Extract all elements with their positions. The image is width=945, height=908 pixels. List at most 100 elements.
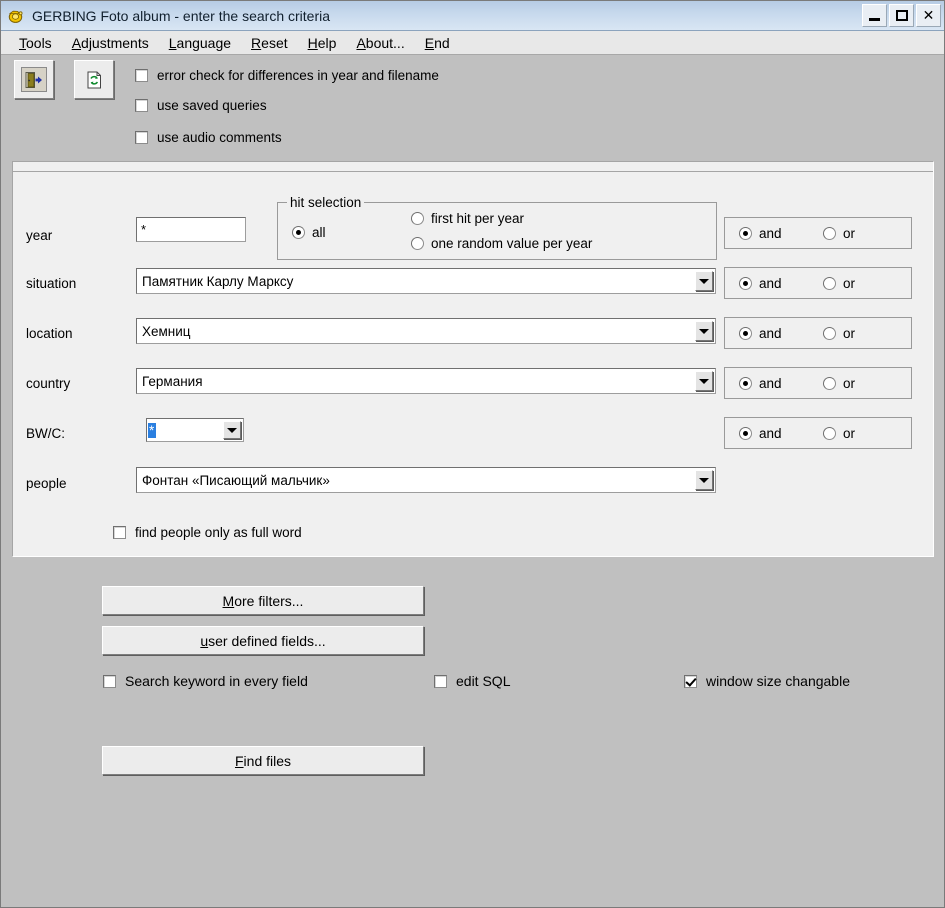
- radio-situation-and-dot[interactable]: [739, 277, 752, 290]
- minimize-button[interactable]: [862, 4, 887, 27]
- radio-situation-or-label: or: [843, 276, 856, 291]
- checkbox-error-check-label: error check for differences in year and …: [157, 68, 439, 83]
- operator-group-year: and or: [724, 217, 912, 249]
- radio-location-and-dot[interactable]: [739, 327, 752, 340]
- menu-item-reset[interactable]: Reset: [241, 33, 298, 53]
- menu-label-language: anguage: [176, 34, 232, 51]
- radio-hit-all-label: all: [312, 225, 326, 240]
- menu-item-help[interactable]: Help: [298, 33, 347, 53]
- checkbox-error-check[interactable]: error check for differences in year and …: [135, 68, 439, 83]
- bwc-value: *: [148, 422, 157, 438]
- checkbox-window-size-changable-box[interactable]: [684, 674, 697, 688]
- radio-bwc-and-dot[interactable]: [739, 427, 752, 440]
- operator-group-bwc: and or: [724, 417, 912, 449]
- chevron-down-icon: [699, 328, 709, 334]
- year-input-value: *: [141, 222, 147, 237]
- menu-label-tools: ools: [26, 34, 52, 51]
- radio-bwc-or-dot[interactable]: [823, 427, 836, 440]
- menu-item-end[interactable]: End: [415, 33, 460, 53]
- radio-location-or-label: or: [843, 326, 856, 341]
- radio-location-and-label: and: [759, 326, 782, 341]
- menu-item-language[interactable]: Language: [159, 33, 241, 53]
- menu-item-tools[interactable]: Tools: [9, 33, 62, 53]
- checkbox-window-size-changable-label: window size changable: [706, 673, 850, 689]
- close-icon: ✕: [922, 7, 935, 24]
- radio-country-and-dot[interactable]: [739, 377, 752, 390]
- menu-item-adjustments[interactable]: Adjustments: [62, 33, 159, 53]
- menu-label-end: nd: [434, 34, 450, 51]
- radio-country-or[interactable]: or: [823, 376, 855, 391]
- radio-situation-or-dot[interactable]: [823, 277, 836, 290]
- radio-bwc-or[interactable]: or: [823, 426, 855, 441]
- checkbox-search-keyword-label: Search keyword in every field: [125, 673, 308, 689]
- window-title: GERBING Foto album - enter the search cr…: [32, 7, 330, 24]
- checkbox-search-keyword-box[interactable]: [103, 674, 116, 688]
- radio-situation-and[interactable]: and: [739, 276, 782, 291]
- bwc-dropdown-arrow[interactable]: [223, 421, 241, 439]
- radio-hit-all-dot[interactable]: [292, 226, 305, 239]
- checkbox-search-keyword[interactable]: Search keyword in every field: [103, 673, 308, 689]
- search-criteria-panel: year * hit selection all first hit per y…: [12, 161, 934, 557]
- radio-year-or-dot[interactable]: [823, 227, 836, 240]
- user-defined-fields-label: ser defined fields...: [208, 632, 326, 649]
- checkbox-full-word-box[interactable]: [113, 526, 126, 539]
- checkbox-use-audio-comments-box[interactable]: [135, 131, 148, 144]
- menu-item-about[interactable]: About...: [346, 33, 414, 53]
- location-combobox[interactable]: Хемниц: [136, 318, 716, 344]
- menu-bar: Tools Adjustments Language Reset Help Ab…: [1, 31, 944, 55]
- bwc-combobox[interactable]: *: [146, 418, 244, 442]
- location-value: Хемниц: [142, 323, 191, 339]
- checkbox-use-audio-comments[interactable]: use audio comments: [135, 130, 282, 145]
- radio-bwc-or-label: or: [843, 426, 856, 441]
- radio-year-and[interactable]: and: [739, 226, 782, 241]
- user-defined-fields-button[interactable]: user defined fields...: [102, 626, 424, 655]
- radio-location-or-dot[interactable]: [823, 327, 836, 340]
- radio-hit-first-per-year-dot[interactable]: [411, 212, 424, 225]
- radio-location-and[interactable]: and: [739, 326, 782, 341]
- label-country: country: [26, 376, 71, 391]
- radio-country-or-dot[interactable]: [823, 377, 836, 390]
- radio-country-and[interactable]: and: [739, 376, 782, 391]
- checkbox-window-size-changable[interactable]: window size changable: [684, 673, 850, 689]
- situation-dropdown-arrow[interactable]: [695, 271, 713, 291]
- people-combobox[interactable]: Фонтан «Писающий мальчик»: [136, 467, 716, 493]
- checkbox-edit-sql[interactable]: edit SQL: [434, 673, 510, 689]
- label-year: year: [26, 228, 53, 243]
- chevron-down-icon: [699, 477, 709, 483]
- radio-hit-random-per-year[interactable]: one random value per year: [411, 236, 592, 251]
- checkbox-error-check-box[interactable]: [135, 69, 148, 82]
- exit-door-icon: [21, 67, 47, 92]
- radio-year-and-dot[interactable]: [739, 227, 752, 240]
- checkbox-full-word[interactable]: find people only as full word: [113, 525, 302, 540]
- camera-icon: [7, 7, 25, 25]
- country-dropdown-arrow[interactable]: [695, 371, 713, 391]
- country-combobox[interactable]: Германия: [136, 368, 716, 394]
- radio-situation-and-label: and: [759, 276, 782, 291]
- hit-selection-title: hit selection: [287, 195, 365, 210]
- situation-combobox[interactable]: Памятник Карлу Марксу: [136, 268, 716, 294]
- find-files-label: ind files: [243, 752, 292, 769]
- close-button[interactable]: ✕: [916, 4, 941, 27]
- more-filters-button[interactable]: More filters...: [102, 586, 424, 615]
- radio-hit-random-per-year-dot[interactable]: [411, 237, 424, 250]
- menu-label-help: elp: [317, 34, 337, 51]
- refresh-document-button[interactable]: [74, 60, 114, 99]
- year-input[interactable]: *: [136, 217, 246, 242]
- people-value: Фонтан «Писающий мальчик»: [142, 472, 330, 488]
- exit-door-button[interactable]: [14, 60, 54, 99]
- radio-situation-or[interactable]: or: [823, 276, 855, 291]
- operator-group-situation: and or: [724, 267, 912, 299]
- people-dropdown-arrow[interactable]: [695, 470, 713, 490]
- checkbox-use-saved-queries[interactable]: use saved queries: [135, 98, 267, 113]
- radio-location-or[interactable]: or: [823, 326, 855, 341]
- checkbox-edit-sql-box[interactable]: [434, 674, 447, 688]
- radio-year-or[interactable]: or: [823, 226, 855, 241]
- radio-bwc-and[interactable]: and: [739, 426, 782, 441]
- maximize-button[interactable]: [889, 4, 914, 27]
- radio-hit-first-per-year[interactable]: first hit per year: [411, 211, 524, 226]
- radio-hit-all[interactable]: all: [292, 225, 326, 240]
- checkbox-use-saved-queries-box[interactable]: [135, 99, 148, 112]
- find-files-button[interactable]: Find files: [102, 746, 424, 775]
- location-dropdown-arrow[interactable]: [695, 321, 713, 341]
- label-people: people: [26, 476, 67, 491]
